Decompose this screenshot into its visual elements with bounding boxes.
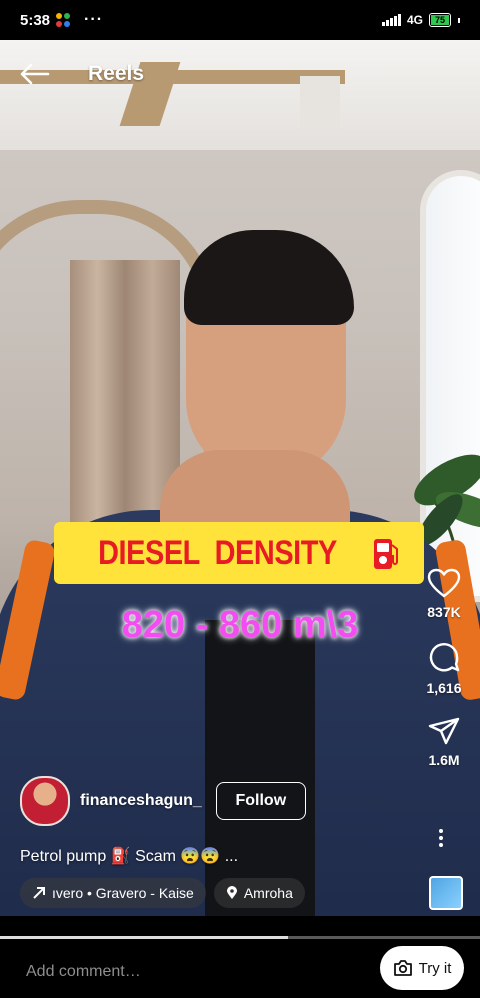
comment-action[interactable]: 1,616 [412, 640, 476, 696]
banner-text: DIESEL DENSITY [97, 533, 337, 572]
person-shirt [205, 620, 315, 916]
comment-icon[interactable] [427, 640, 461, 674]
density-value: 820 - 860 m\3 [121, 604, 359, 646]
location-chip[interactable]: Amroha [213, 878, 305, 908]
username[interactable]: financeshagun_ [80, 792, 202, 810]
share-count: 1.6M [428, 752, 460, 768]
camera-icon [393, 960, 412, 976]
try-it-button[interactable]: Try it [380, 946, 464, 990]
follow-button[interactable]: Follow [215, 782, 306, 820]
heart-icon[interactable] [427, 568, 461, 598]
more-options-icon[interactable] [437, 826, 445, 850]
battery-icon: 75 [428, 13, 451, 27]
location-chip-label: Amroha [243, 885, 293, 901]
share-action[interactable]: 1.6M [412, 716, 476, 768]
overlay-banner: DIESEL DENSITY [54, 522, 424, 584]
location-pin-icon [226, 886, 237, 899]
comment-input[interactable] [24, 960, 348, 984]
side-actions: 837K 1,616 1.6M [412, 568, 476, 788]
back-arrow-icon[interactable] [18, 62, 50, 86]
battery-tip [458, 17, 460, 23]
video-progress[interactable] [0, 936, 480, 939]
status-time: 5:38 [20, 11, 51, 29]
audio-thumbnail[interactable] [429, 876, 463, 910]
avatar[interactable] [20, 776, 70, 826]
person-hair [184, 230, 354, 325]
comment-count: 1,616 [426, 680, 462, 696]
signal-icon [381, 14, 401, 26]
audio-chip-label: ıvero • Gravero - Kaise [52, 885, 194, 901]
top-nav: Reels [0, 40, 480, 108]
caption[interactable]: Petrol pump ⛽ Scam 😨😨 ... [20, 846, 238, 866]
more-notifications-icon: ··· [84, 11, 104, 28]
status-right: 4G 75 [381, 13, 460, 27]
arrow-up-right-icon [33, 887, 45, 899]
video-progress-fill [0, 936, 288, 939]
author-row: financeshagun_ Follow [20, 776, 306, 826]
status-left: 5:38 ··· [20, 11, 103, 29]
send-icon[interactable] [427, 716, 461, 746]
page-title: Reels [88, 62, 145, 85]
comment-bar: Try it [0, 940, 480, 998]
status-bar: 5:38 ··· 4G 75 [0, 0, 480, 40]
like-action[interactable]: 837K [412, 568, 476, 620]
network-type: 4G [406, 13, 423, 27]
try-it-label: Try it [418, 959, 452, 977]
like-count: 837K [427, 604, 461, 620]
fuel-pump-icon [374, 539, 399, 569]
battery-level: 75 [430, 15, 449, 25]
app-launcher-icon [56, 13, 71, 27]
audio-chip[interactable]: ıvero • Gravero - Kaise [20, 878, 206, 908]
chips: ıvero • Gravero - Kaise Amroha [20, 878, 305, 908]
